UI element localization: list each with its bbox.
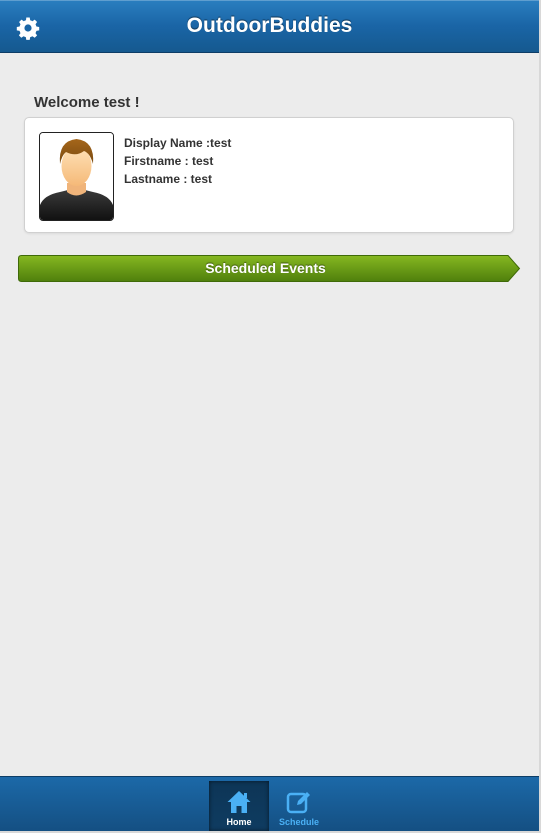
display-name-text: Display Name :test — [124, 136, 232, 150]
header-bar: OutdoorBuddies — [0, 0, 539, 53]
nav-schedule-label: Schedule — [278, 817, 319, 827]
nav-home[interactable]: Home — [209, 781, 269, 831]
edit-icon — [286, 789, 312, 815]
scheduled-events-label: Scheduled Events — [205, 260, 326, 276]
app-title: OutdoorBuddies — [186, 14, 353, 37]
scheduled-events-button[interactable]: Scheduled Events — [17, 255, 521, 282]
footer-navbar: Home Schedule — [0, 776, 539, 831]
lastname-text: Lastname : test — [124, 172, 213, 186]
nav-schedule[interactable]: Schedule — [269, 781, 329, 831]
app-window: OutdoorBuddies Welcome test ! Display Na… — [0, 0, 541, 833]
welcome-text: Welcome test ! — [34, 94, 140, 111]
user-avatar-icon — [40, 133, 113, 220]
profile-card: Display Name :test Firstname : test Last… — [24, 117, 514, 233]
profile-info: Display Name :test Firstname : test Last… — [124, 134, 231, 188]
nav-home-label: Home — [226, 817, 252, 827]
avatar — [39, 132, 114, 221]
home-icon — [226, 789, 252, 815]
firstname-text: Firstname : test — [124, 154, 214, 168]
